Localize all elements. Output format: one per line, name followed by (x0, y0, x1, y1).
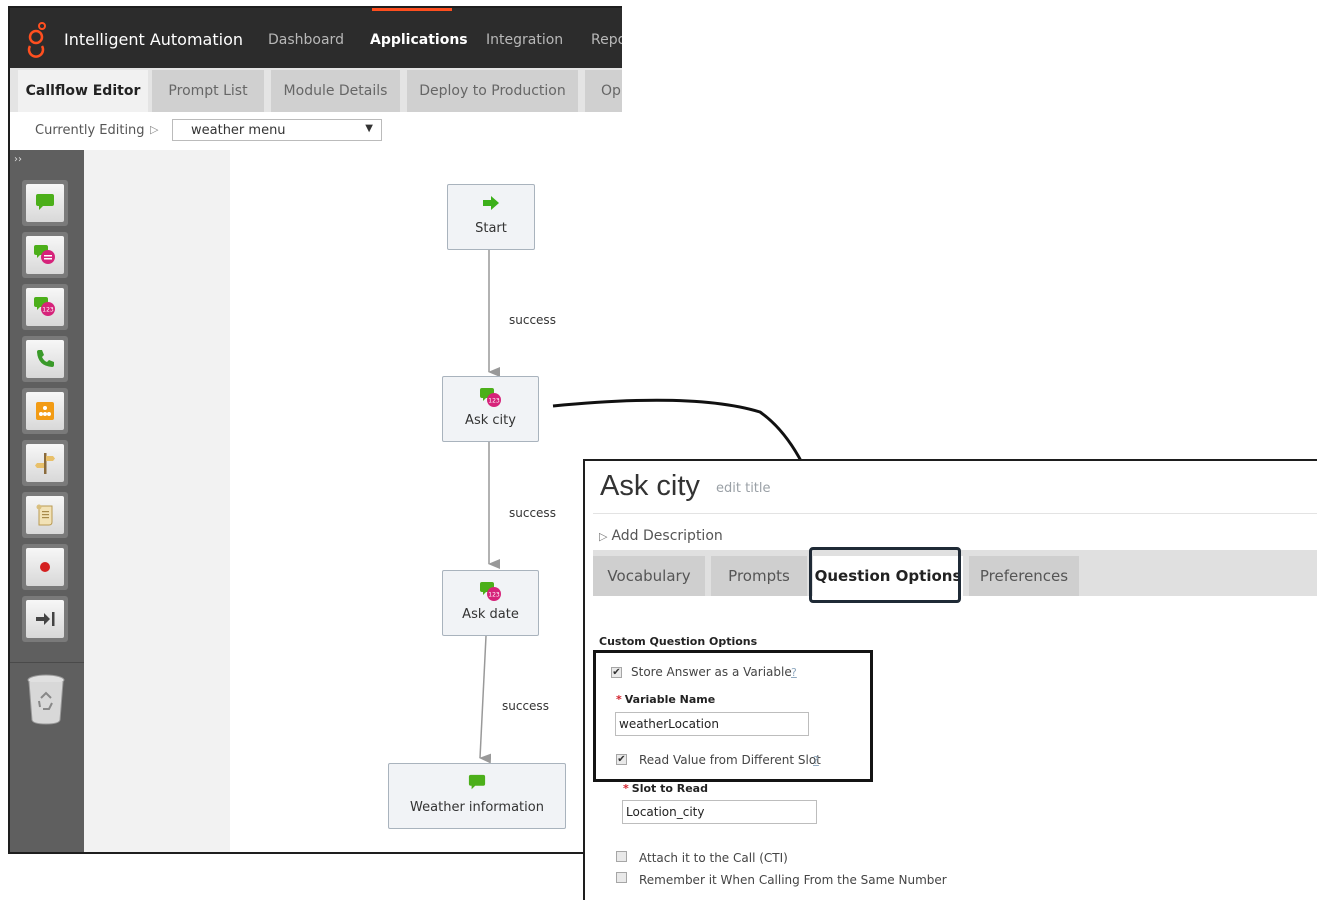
title-divider (593, 513, 1317, 514)
tab-vocabulary[interactable]: Vocabulary (593, 556, 705, 596)
caret-right-icon: ▷ (599, 530, 608, 543)
read-different-slot-label: Read Value from Different Slot (639, 753, 821, 767)
store-answer-label: Store Answer as a Variable (631, 665, 792, 679)
edit-title-link[interactable]: edit title (716, 481, 771, 496)
tab-highlight-box (809, 547, 961, 603)
variable-name-input[interactable]: weatherLocation (615, 712, 809, 736)
read-different-slot-checkbox[interactable]: ✔ (616, 754, 627, 765)
remember-number-label: Remember it When Calling From the Same N… (639, 873, 947, 887)
help-icon[interactable]: ? (791, 666, 797, 679)
tab-prompts[interactable]: Prompts (711, 556, 807, 596)
variable-name-label: * Variable Name (616, 693, 716, 706)
attach-to-call-checkbox[interactable] (616, 851, 627, 862)
block-title: Ask city (600, 470, 700, 502)
section-heading: Custom Question Options (599, 635, 758, 648)
slot-to-read-label: * Slot to Read (623, 782, 708, 795)
block-properties-panel: Ask city edit title ▷ Add Description Voc… (583, 459, 1317, 900)
add-description-label: Add Description (611, 528, 723, 544)
tab-preferences[interactable]: Preferences (969, 556, 1079, 596)
remember-number-checkbox[interactable] (616, 872, 627, 883)
add-description-link[interactable]: ▷ Add Description (599, 528, 723, 544)
attach-to-call-label: Attach it to the Call (CTI) (639, 851, 788, 865)
help-icon[interactable]: ? (813, 754, 819, 767)
slot-to-read-input[interactable]: Location_city (622, 800, 817, 824)
store-answer-checkbox[interactable]: ✔ (611, 667, 622, 678)
